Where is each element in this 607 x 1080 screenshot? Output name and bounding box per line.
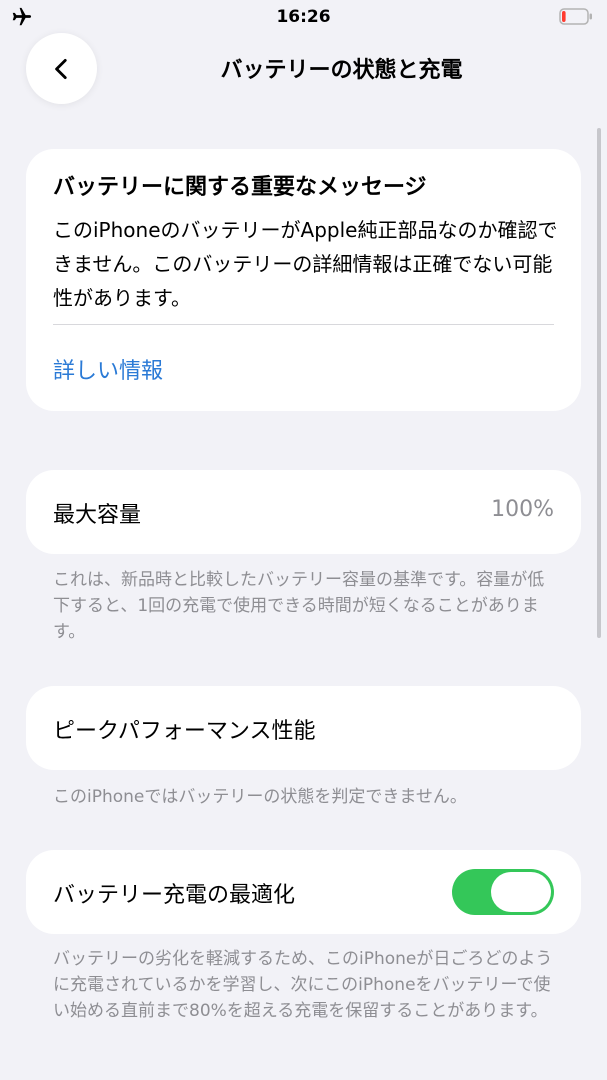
optimized-charging-footnote: バッテリーの劣化を軽減するため、このiPhoneが日ごろどのように充電されている… [53,949,553,1021]
max-capacity-value: 100% [491,497,554,522]
peak-performance-row: ピークパフォーマンス性能 [26,686,581,770]
max-capacity-footnote: これは、新品時と比較したバッテリー容量の基準です。容量が低下すると、1回の充電で… [53,570,545,642]
peak-performance-label: ピークパフォーマンス性能 [53,719,316,744]
important-message-card: バッテリーに関する重要なメッセージ このiPhoneのバッテリーがApple純正… [26,149,581,411]
page-title: バッテリーの状態と充電 [220,58,463,83]
status-time: 16:26 [276,7,331,27]
optimized-charging-label: バッテリー充電の最適化 [53,883,296,908]
scroll-indicator[interactable] [597,128,601,638]
peak-performance-footnote: このiPhoneではバッテリーの状態を判定できません。 [53,787,467,807]
max-capacity-label: 最大容量 [53,503,142,528]
divider [53,324,554,325]
status-bar: 16:26 [0,0,607,36]
optimized-charging-row: バッテリー充電の最適化 [26,850,581,934]
important-message-title: バッテリーに関する重要なメッセージ [53,175,427,200]
max-capacity-row: 最大容量 100% [26,470,581,554]
toggle-knob [491,872,551,912]
chevron-left-icon [54,58,67,79]
important-message-body: このiPhoneのバッテリーがApple純正部品なのか確認できません。このバッテ… [53,218,558,310]
back-button[interactable] [26,33,97,104]
battery-low-icon [559,8,592,25]
optimized-charging-toggle[interactable] [452,869,554,915]
learn-more-link[interactable]: 詳しい情報 [53,353,163,385]
